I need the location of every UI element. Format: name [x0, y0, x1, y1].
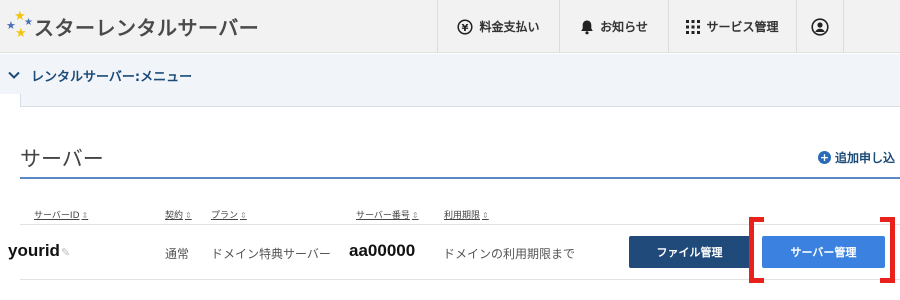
sort-icon: ⇕ [81, 211, 89, 220]
column-header-label: 契約 [165, 211, 184, 221]
column-header-expiration[interactable]: 利用期限 ⇕ [444, 208, 489, 221]
expiration-cell: ドメインの利用期限まで [443, 247, 576, 261]
column-header-server-number[interactable]: サーバー番号 ⇕ [356, 208, 419, 221]
plus-circle-icon: + [818, 151, 831, 164]
table-header-divider [20, 224, 900, 225]
add-application-label: 追加申し込 [835, 151, 896, 165]
column-header-label: サーバーID [34, 211, 80, 221]
column-header-label: サーバー番号 [356, 211, 410, 221]
nav-service-management[interactable]: サービス管理 [668, 0, 796, 53]
column-header-label: プラン [211, 211, 239, 221]
user-circle-icon [811, 17, 829, 36]
contract-cell: 通常 [165, 247, 190, 261]
section-divider [20, 177, 900, 179]
column-header-server-id[interactable]: サーバーID ⇕ [34, 208, 88, 221]
section-title: サーバー [20, 147, 104, 171]
server-id-cell: yourid✎ [8, 241, 70, 261]
rental-menu-label: レンタルサーバー:メニュー [31, 70, 193, 85]
chevron-down-icon [8, 69, 20, 82]
rental-menu-bar[interactable]: レンタルサーバー:メニュー [0, 54, 900, 94]
pencil-icon[interactable]: ✎ [61, 247, 70, 259]
nav-fee-label: 料金支払い [479, 20, 540, 34]
column-header-contract[interactable]: 契約 ⇕ [165, 208, 192, 221]
file-management-button[interactable]: ファイル管理 [629, 236, 750, 268]
column-header-label: 利用期限 [444, 211, 481, 221]
nav-fee-payment[interactable]: ¥ 料金支払い [437, 0, 559, 53]
sort-icon: ⇕ [185, 211, 192, 220]
svg-text:¥: ¥ [462, 22, 469, 33]
bell-icon [580, 19, 594, 35]
menu-panel [20, 94, 900, 107]
logo[interactable]: ★ ★ ★ ★ スターレンタルサーバー [4, 9, 259, 43]
nav-user-account[interactable] [796, 0, 844, 53]
plan-cell: ドメイン特典サーバー [211, 247, 331, 261]
nav-service-label: サービス管理 [706, 20, 779, 34]
top-header: ★ ★ ★ ★ スターレンタルサーバー ¥ 料金支払い お知らせ サービス管理 [0, 0, 900, 53]
sort-icon: ⇕ [240, 211, 247, 220]
add-application-link[interactable]: + 追加申し込 [818, 149, 895, 166]
grid-icon [686, 19, 701, 34]
sort-icon: ⇕ [411, 211, 419, 220]
yen-circle-icon: ¥ [457, 18, 474, 35]
sort-icon: ⇕ [482, 211, 489, 220]
server-management-button[interactable]: サーバー管理 [762, 236, 885, 268]
server-number-cell: aa00000 [349, 241, 416, 260]
nav-notice-label: お知らせ [600, 20, 648, 34]
column-header-plan[interactable]: プラン ⇕ [211, 208, 247, 221]
nav-notice[interactable]: お知らせ [559, 0, 668, 53]
logo-text: スターレンタルサーバー [34, 15, 260, 40]
stars-logo-icon: ★ ★ ★ ★ [6, 9, 33, 41]
server-id-value: yourid [8, 241, 60, 260]
table-row-divider [20, 279, 900, 280]
